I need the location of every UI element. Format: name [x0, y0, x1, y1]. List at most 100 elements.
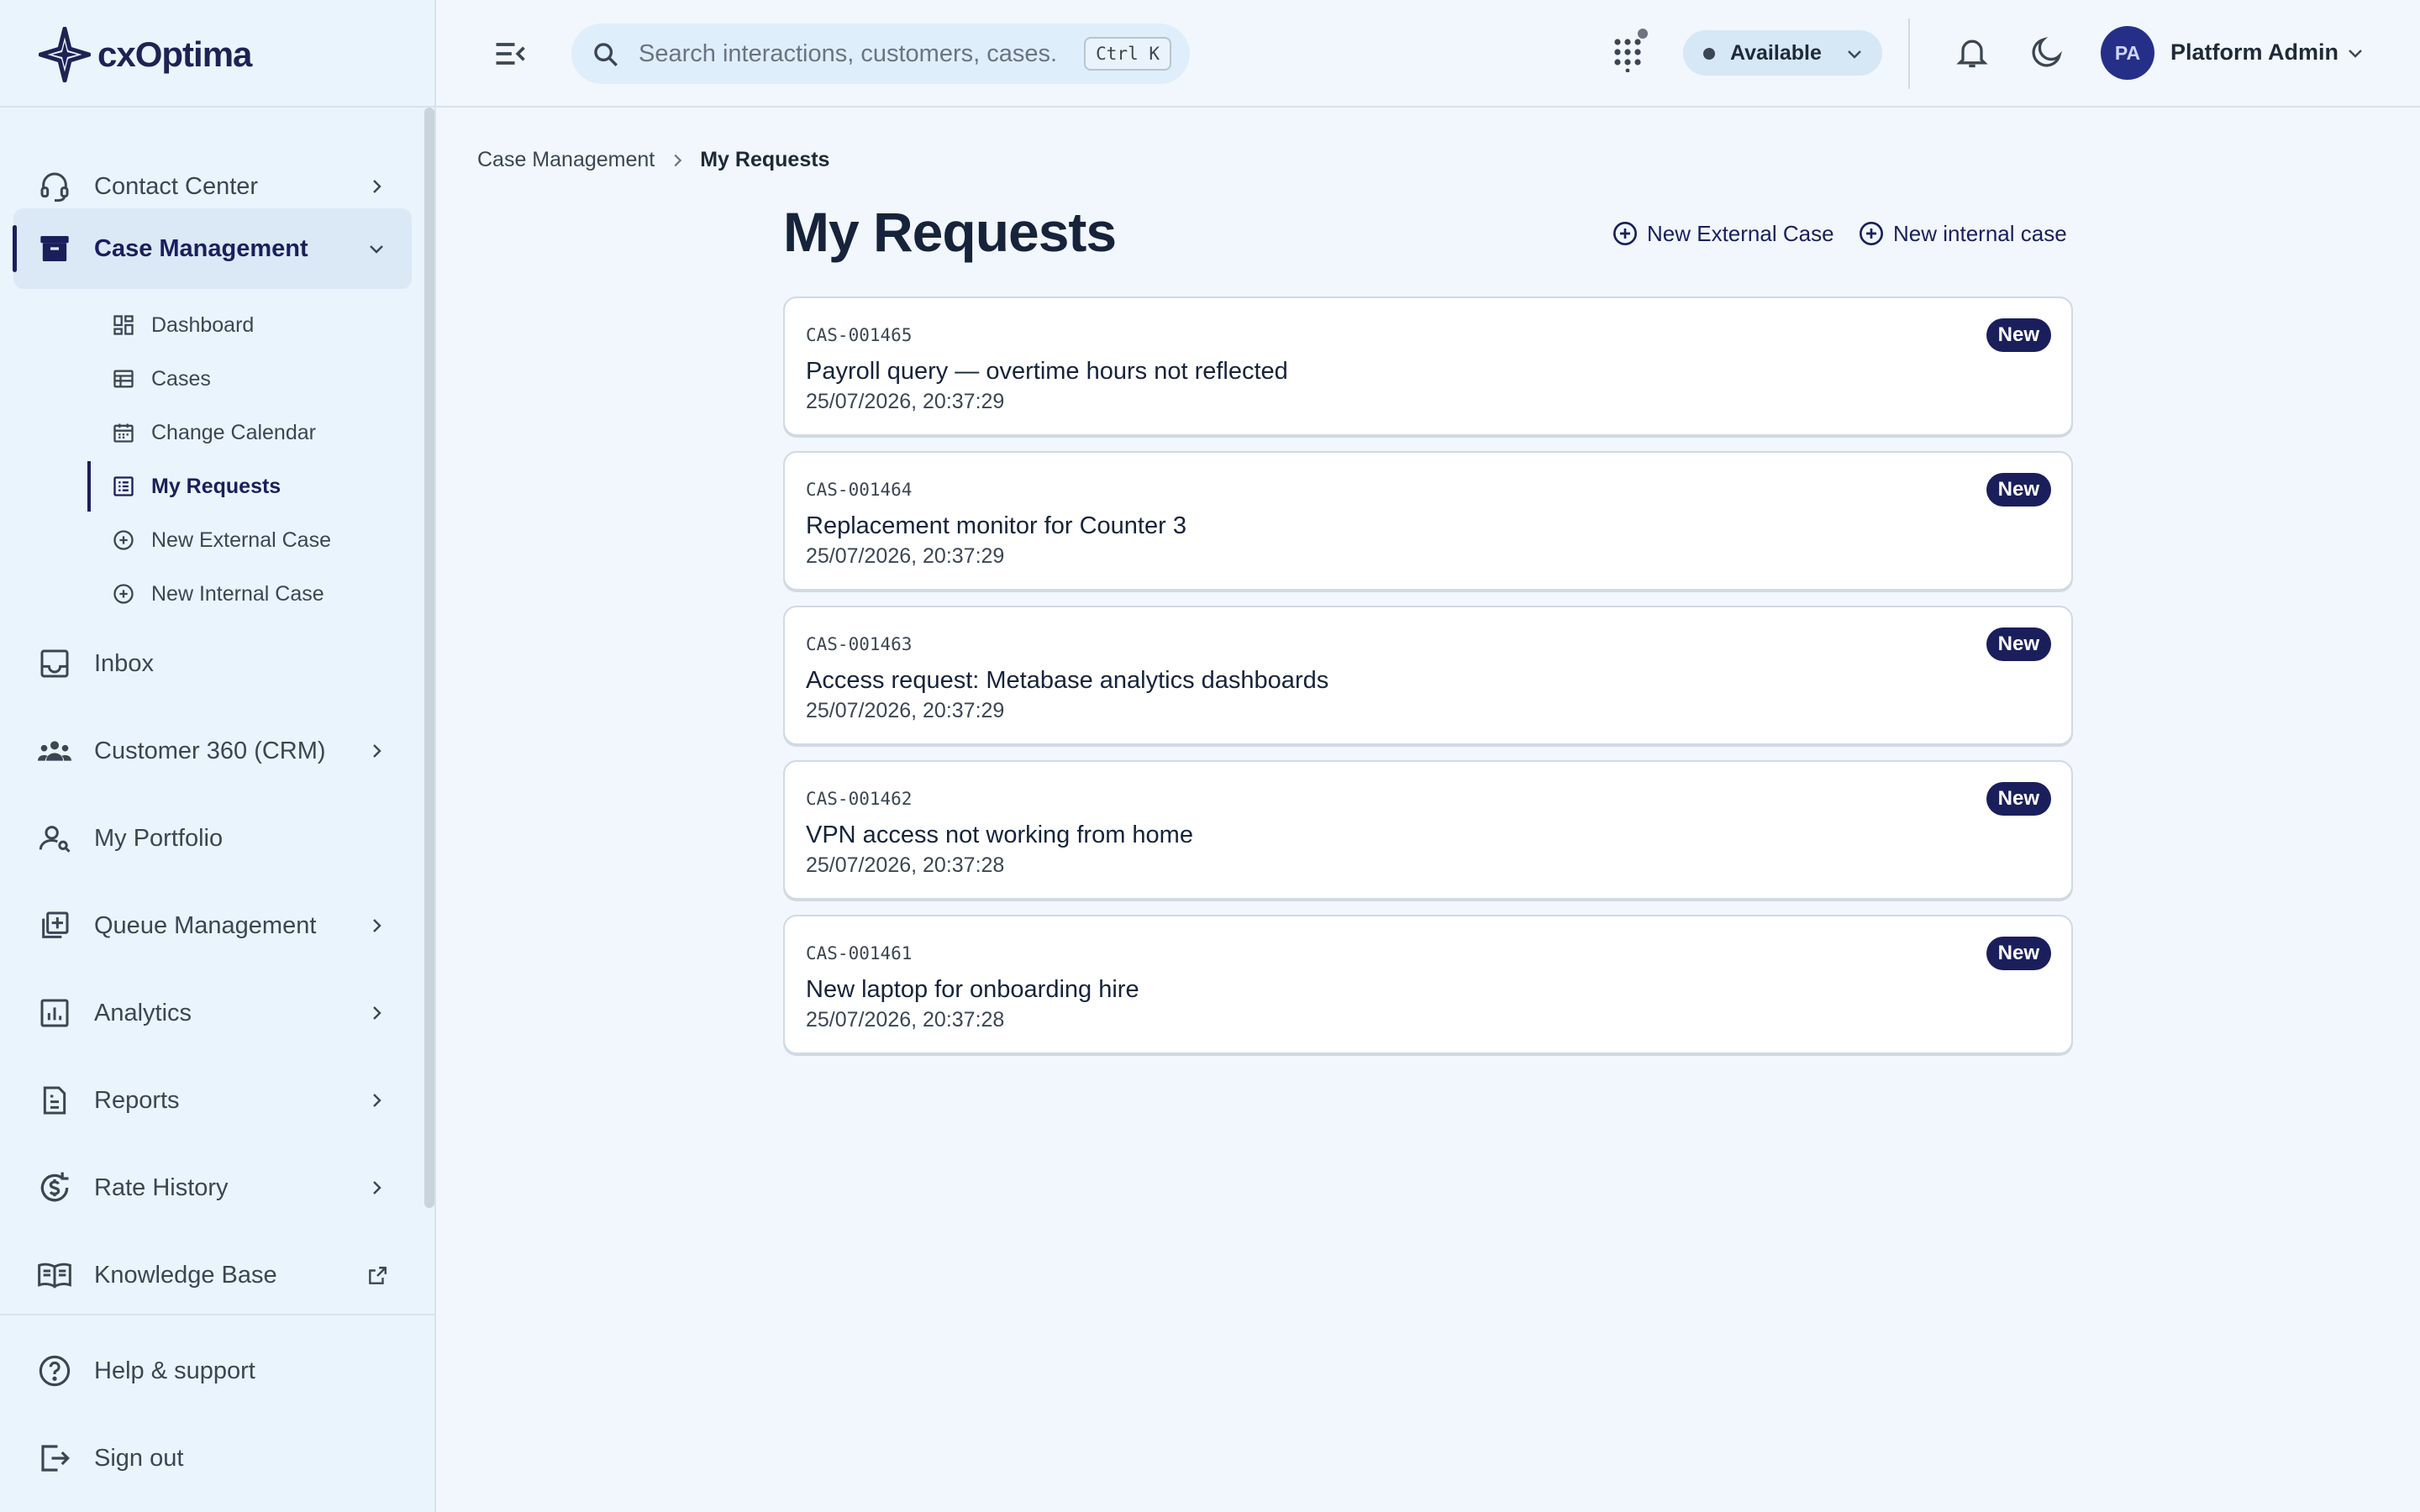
case-date: 25/07/2026, 20:37:29 — [806, 699, 1005, 722]
brand-name: cxOptima — [97, 34, 252, 74]
chevron-down-icon[interactable] — [2345, 43, 2365, 63]
subitem-label: Dashboard — [151, 312, 255, 337]
case-id: CAS-001462 — [806, 789, 913, 809]
moon-icon[interactable] — [2028, 34, 2067, 72]
headset-icon — [35, 167, 74, 206]
request-card[interactable]: CAS-001465 Payroll query — overtime hour… — [783, 297, 2073, 436]
request-card[interactable]: CAS-001462 VPN access not working from h… — [783, 760, 2073, 900]
user-name[interactable]: Platform Admin — [2170, 39, 2338, 66]
dashboard-icon — [109, 311, 138, 339]
status-badge: New — [1986, 937, 2051, 970]
new-external-case-button[interactable]: New External Case — [1612, 220, 1834, 247]
apps-grid-icon[interactable] — [1611, 35, 1644, 72]
avatar[interactable]: PA — [2101, 26, 2154, 80]
inbox-icon — [35, 644, 74, 683]
help-icon — [35, 1352, 74, 1390]
sidebar-subitem-cases[interactable]: Cases — [109, 355, 395, 402]
case-id: CAS-001465 — [806, 325, 913, 345]
case-title: New laptop for onboarding hire — [806, 976, 1139, 1003]
sidebar-item-label: Inbox — [94, 649, 154, 677]
chevron-down-icon — [366, 239, 387, 259]
search-input[interactable] — [639, 35, 1059, 72]
queue-icon — [35, 906, 74, 945]
agent-status-dropdown[interactable]: Available — [1683, 30, 1882, 76]
sidebar-item-sign-out[interactable]: Sign out — [13, 1418, 412, 1499]
sidebar-item-label: My Portfolio — [94, 824, 224, 852]
chevron-right-icon — [366, 1178, 387, 1198]
chevron-right-icon — [366, 176, 387, 197]
chevron-right-icon — [366, 1090, 387, 1110]
case-date: 25/07/2026, 20:37:28 — [806, 1008, 1005, 1032]
status-badge: New — [1986, 473, 2051, 507]
status-badge: New — [1986, 782, 2051, 816]
chevron-right-icon — [366, 741, 387, 761]
button-label: New internal case — [1893, 220, 2067, 246]
plus-circle-icon — [109, 580, 138, 608]
sidebar-item-help-support[interactable]: Help & support — [13, 1331, 412, 1411]
sidebar-item-label: Case Management — [94, 234, 308, 262]
subitem-label: Cases — [151, 366, 211, 391]
sidebar-subitem-change-calendar[interactable]: Change Calendar — [109, 409, 395, 456]
sidebar-subitem-dashboard[interactable]: Dashboard — [109, 302, 395, 349]
request-card[interactable]: CAS-001461 New laptop for onboarding hir… — [783, 915, 2073, 1054]
search-shortcut-hint: Ctrl K — [1084, 37, 1171, 71]
global-search[interactable]: Ctrl K — [571, 24, 1190, 84]
analytics-icon — [35, 994, 74, 1032]
notification-dot — [1638, 29, 1648, 39]
case-id: CAS-001464 — [806, 480, 913, 500]
sidebar-scrollbar[interactable] — [424, 108, 434, 1208]
subitem-label: My Requests — [151, 474, 281, 498]
subitem-label: New External Case — [151, 528, 331, 552]
sidebar-item-rate-history[interactable]: Rate History — [13, 1147, 412, 1228]
plus-circle-icon — [1858, 220, 1885, 247]
status-indicator — [1703, 48, 1715, 60]
sidebar-item-customer-360[interactable]: Customer 360 (CRM) — [13, 711, 412, 791]
case-date: 25/07/2026, 20:37:29 — [806, 390, 1005, 413]
sidebar-subitem-new-external-case[interactable]: New External Case — [109, 517, 395, 564]
currency-history-icon — [35, 1168, 74, 1207]
logout-icon — [35, 1439, 74, 1478]
sidebar-item-label: Rate History — [94, 1173, 229, 1201]
breadcrumb-parent[interactable]: Case Management — [477, 148, 655, 172]
collapse-menu-icon[interactable] — [492, 35, 529, 72]
sidebar-item-knowledge-base[interactable]: Knowledge Base — [13, 1235, 412, 1314]
case-title: Replacement monitor for Counter 3 — [806, 512, 1186, 539]
case-title: VPN access not working from home — [806, 822, 1193, 848]
case-id: CAS-001461 — [806, 943, 913, 963]
sidebar-item-reports[interactable]: Reports — [13, 1060, 412, 1141]
search-icon — [592, 40, 620, 69]
bell-icon[interactable] — [1954, 34, 1992, 72]
subitem-label: New Internal Case — [151, 581, 324, 606]
sidebar-item-label: Help & support — [94, 1357, 255, 1384]
sidebar-item-label: Queue Management — [94, 911, 317, 939]
header-divider — [1908, 18, 1910, 89]
top-header: Ctrl K Available PA Platform Admin — [436, 0, 2420, 108]
sidebar-item-inbox[interactable]: Inbox — [13, 623, 412, 704]
sidebar-item-my-portfolio[interactable]: My Portfolio — [13, 798, 412, 879]
plus-circle-icon — [109, 526, 138, 554]
sidebar-subitem-new-internal-case[interactable]: New Internal Case — [109, 570, 395, 617]
subitem-label: Change Calendar — [151, 420, 316, 444]
page-title: My Requests — [783, 201, 1117, 263]
status-badge: New — [1986, 318, 2051, 352]
sidebar-item-case-management[interactable]: Case Management — [13, 208, 412, 289]
request-card[interactable]: CAS-001463 Access request: Metabase anal… — [783, 606, 2073, 745]
external-link-icon — [366, 1265, 387, 1285]
chevron-right-icon — [366, 916, 387, 936]
archive-icon — [35, 229, 74, 268]
sidebar: cxOptima Contact Center Case Management … — [0, 0, 436, 1512]
sidebar-item-queue-management[interactable]: Queue Management — [13, 885, 412, 966]
chevron-right-icon — [668, 151, 687, 170]
chevron-right-icon — [366, 1003, 387, 1023]
breadcrumb: Case Management My Requests — [477, 148, 829, 172]
sidebar-item-label: Customer 360 (CRM) — [94, 737, 326, 764]
brand-logo[interactable]: cxOptima — [39, 25, 252, 84]
case-title: Access request: Metabase analytics dashb… — [806, 667, 1329, 694]
sidebar-item-label: Sign out — [94, 1444, 184, 1472]
request-card[interactable]: CAS-001464 Replacement monitor for Count… — [783, 451, 2073, 591]
case-title: Payroll query — overtime hours not refle… — [806, 358, 1288, 385]
sidebar-item-analytics[interactable]: Analytics — [13, 973, 412, 1053]
sidebar-subitem-my-requests[interactable]: My Requests — [109, 463, 395, 510]
new-internal-case-button[interactable]: New internal case — [1858, 220, 2067, 247]
sidebar-nav: Contact Center Case Management Dashboard… — [0, 108, 424, 1314]
